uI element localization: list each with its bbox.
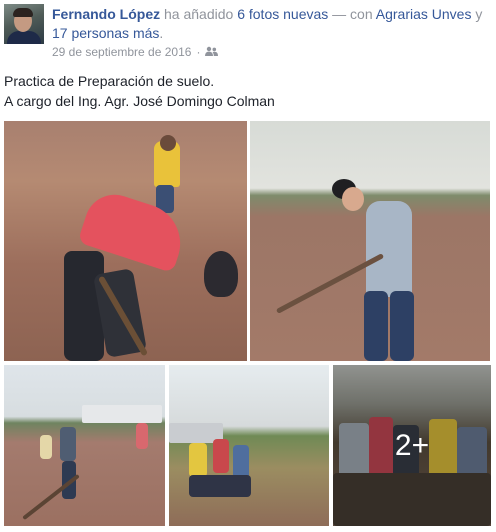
photo-3[interactable] — [4, 365, 165, 526]
post-meta: 29 de septiembre de 2016 · — [52, 45, 219, 59]
action-text: ha añadido — [164, 6, 234, 22]
author-avatar[interactable] — [4, 4, 44, 44]
post-headline: Fernando López ha añadido 6 fotos nuevas… — [52, 5, 492, 43]
tagged-person-link[interactable]: Agrarias Unves — [376, 6, 472, 22]
post-text-line-2: A cargo del Ing. Agr. José Domingo Colma… — [4, 93, 275, 109]
more-photos-count[interactable]: 2+ — [333, 365, 491, 526]
post-text: Practica de Preparación de suelo. A carg… — [4, 71, 275, 111]
post-timestamp[interactable]: 29 de septiembre de 2016 — [52, 45, 191, 59]
period-text: . — [159, 25, 164, 41]
and-text: y — [475, 6, 483, 22]
post-text-line-1: Practica de Preparación de suelo. — [4, 73, 215, 89]
photo-2[interactable] — [250, 121, 490, 361]
photo-4[interactable] — [169, 365, 329, 526]
with-text: — con — [332, 6, 373, 22]
dot-separator: · — [196, 45, 201, 59]
friends-icon[interactable] — [205, 45, 219, 59]
others-link[interactable]: 17 personas más — [52, 25, 159, 41]
photo-5[interactable]: 2+ — [333, 365, 491, 526]
photos-link[interactable]: 6 fotos nuevas — [237, 6, 328, 22]
photo-1[interactable] — [4, 121, 247, 361]
author-name-link[interactable]: Fernando López — [52, 6, 160, 22]
